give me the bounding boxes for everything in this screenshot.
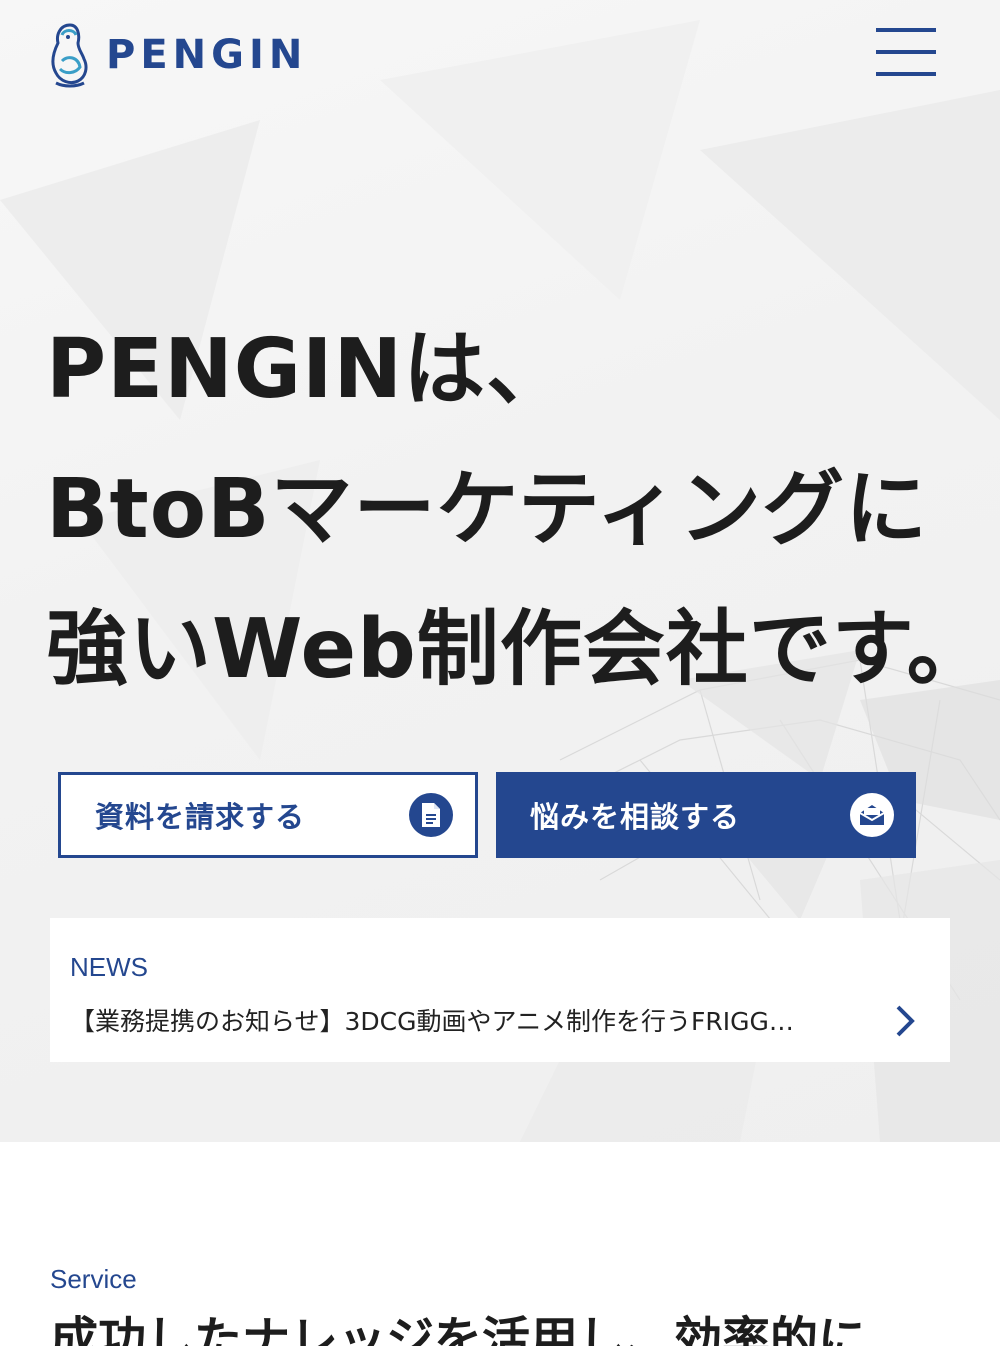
service-heading: 成功したナレッジを活用し、効率的に bbox=[50, 1312, 867, 1346]
request-document-label: 資料を請求する bbox=[95, 800, 306, 834]
hero-section: PENGIN PENGINは、 BtoBマーケティングに 強いWeb制作会社です… bbox=[0, 0, 1000, 1142]
headline-line-3: 強いWeb制作会社です。 bbox=[46, 602, 990, 697]
chevron-right-icon bbox=[896, 1005, 915, 1037]
menu-bar-bottom bbox=[876, 72, 936, 76]
consult-button[interactable]: 悩みを相談する bbox=[496, 772, 916, 858]
news-item-text: 【業務提携のお知らせ】3DCG動画やアニメ制作を行うFRIGG… bbox=[70, 1007, 794, 1036]
headline-line-1: PENGINは、 bbox=[46, 322, 570, 417]
service-label: Service bbox=[50, 1264, 137, 1294]
mail-icon bbox=[850, 793, 894, 837]
menu-bar-top bbox=[876, 28, 936, 32]
consult-label: 悩みを相談する bbox=[530, 800, 741, 834]
news-label: NEWS bbox=[70, 952, 148, 982]
news-item-link[interactable]: 【業務提携のお知らせ】3DCG動画やアニメ制作を行うFRIGG… bbox=[70, 998, 930, 1042]
hero-headline: PENGINは、 BtoBマーケティングに 強いWeb制作会社です。 bbox=[46, 300, 990, 720]
request-document-button[interactable]: 資料を請求する bbox=[58, 772, 478, 858]
document-icon bbox=[409, 793, 453, 837]
headline-line-2: BtoBマーケティングに bbox=[46, 462, 928, 557]
hamburger-menu-icon[interactable] bbox=[872, 28, 938, 80]
site-logo[interactable]: PENGIN bbox=[48, 20, 307, 90]
penguin-logo-icon bbox=[51, 23, 88, 88]
news-panel: NEWS 【業務提携のお知らせ】3DCG動画やアニメ制作を行うFRIGG… bbox=[50, 918, 950, 1062]
logo-text: PENGIN bbox=[106, 32, 308, 78]
menu-bar-middle bbox=[876, 50, 936, 54]
site-header: PENGIN bbox=[0, 0, 1000, 110]
